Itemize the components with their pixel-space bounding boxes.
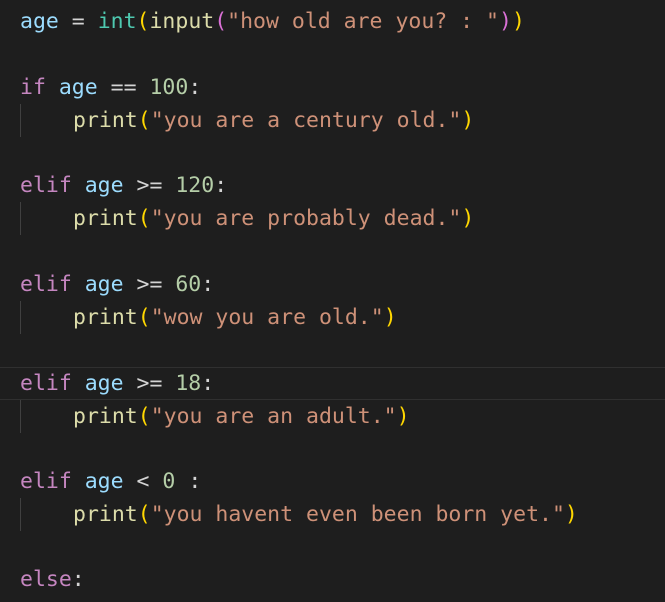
- bracket-token: (: [136, 9, 150, 34]
- operator-token: <: [123, 469, 163, 494]
- function-token: print: [73, 305, 138, 330]
- variable-token: age: [20, 9, 59, 34]
- bracket-token: (: [137, 206, 151, 231]
- colon-token: :: [214, 173, 228, 198]
- variable-token: age: [84, 371, 124, 396]
- bracket-token: ): [396, 404, 410, 429]
- bracket-token: (: [214, 9, 228, 34]
- string-token: "how old are you? : ": [227, 9, 499, 34]
- code-line-3[interactable]: print("you are a century old."): [0, 104, 665, 137]
- function-token: print: [73, 206, 138, 231]
- operator-token: =: [58, 9, 98, 34]
- colon-token: :: [201, 272, 215, 297]
- colon-token: :: [175, 469, 202, 494]
- code-line-1[interactable]: age = int(input("how old are you? : ")): [0, 5, 665, 38]
- bracket-token: ): [564, 502, 578, 527]
- operator-token: >=: [123, 272, 176, 297]
- keyword-token: elif: [20, 371, 72, 396]
- code-line-4[interactable]: elif age >= 120:: [0, 169, 665, 202]
- variable-token: age: [84, 173, 124, 198]
- operator-token: >=: [123, 371, 176, 396]
- code-line-12[interactable]: else:: [0, 563, 665, 596]
- string-token: "you havent even been born yet.": [150, 502, 565, 527]
- code-line-9[interactable]: print("you are an adult."): [0, 400, 665, 433]
- bracket-token: (: [137, 108, 151, 133]
- number-token: 100: [149, 75, 189, 100]
- number-token: 120: [175, 173, 215, 198]
- function-token: input: [149, 9, 215, 34]
- code-line-8[interactable]: elif age >= 18:: [0, 367, 665, 400]
- keyword-token: else: [20, 567, 72, 592]
- bracket-token: ): [461, 206, 475, 231]
- bracket-token: ): [499, 9, 512, 34]
- variable-token: age: [84, 469, 124, 494]
- bracket-token: ): [511, 9, 525, 34]
- bracket-token: (: [137, 404, 151, 429]
- colon-token: :: [71, 567, 85, 592]
- keyword-token: elif: [20, 469, 72, 494]
- function-token: print: [73, 404, 138, 429]
- bracket-token: ): [383, 305, 397, 330]
- code-line-10[interactable]: elif age < 0 :: [0, 465, 665, 498]
- colon-token: :: [188, 75, 202, 100]
- number-token: 60: [175, 272, 202, 297]
- code-line-2[interactable]: if age == 100:: [0, 71, 665, 104]
- bracket-token: ): [461, 108, 475, 133]
- code-line-6[interactable]: elif age >= 60:: [0, 268, 665, 301]
- code-line-5[interactable]: print("you are probably dead."): [0, 202, 665, 235]
- code-line-7[interactable]: print("wow you are old."): [0, 301, 665, 334]
- builtin-token: int: [97, 9, 137, 34]
- string-token: "wow you are old.": [150, 305, 384, 330]
- operator-token: >=: [123, 173, 176, 198]
- function-token: print: [73, 502, 138, 527]
- string-token: "you are an adult.": [150, 404, 397, 429]
- variable-token: age: [84, 272, 124, 297]
- string-token: "you are a century old.": [150, 108, 462, 133]
- function-token: print: [73, 108, 138, 133]
- keyword-token: elif: [20, 272, 72, 297]
- colon-token: :: [201, 371, 215, 396]
- number-token: 18: [175, 371, 202, 396]
- code-editor[interactable]: age = int(input("how old are you? : ")) …: [0, 0, 665, 602]
- keyword-token: if: [20, 75, 46, 100]
- keyword-token: elif: [20, 173, 72, 198]
- operator-token: ==: [97, 75, 150, 100]
- code-line-11[interactable]: print("you havent even been born yet."): [0, 498, 665, 531]
- string-token: "you are probably dead.": [150, 206, 462, 231]
- number-token: 0: [162, 469, 176, 494]
- variable-token: age: [58, 75, 98, 100]
- bracket-token: (: [137, 502, 151, 527]
- bracket-token: (: [137, 305, 151, 330]
